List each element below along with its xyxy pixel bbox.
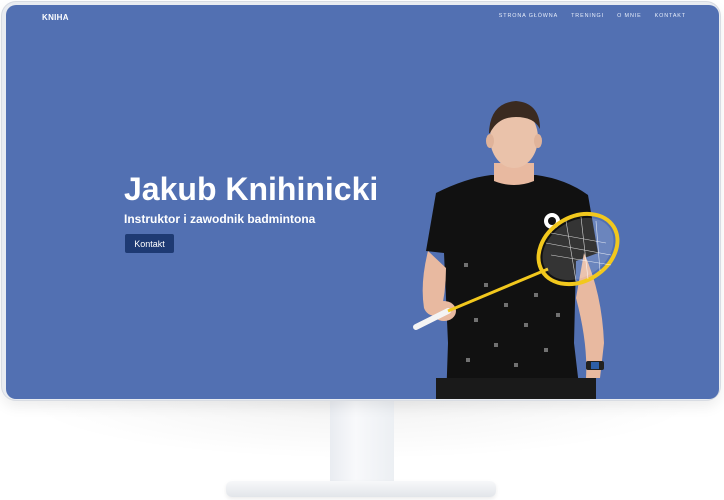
- monitor-stand-base: [226, 481, 496, 497]
- hero-title: Jakub Knihinicki: [124, 171, 379, 207]
- nav-brand-logo[interactable]: KNIHA: [42, 13, 69, 22]
- monitor-frame: KNIHA STRONA GŁÓWNA TRENINGI O MNIE KONT…: [2, 2, 720, 400]
- player-photo: [413, 101, 620, 399]
- contact-button[interactable]: Kontakt: [125, 234, 174, 253]
- hero-subtitle: Instruktor i zawodnik badmintona: [124, 212, 316, 226]
- nav-item-trainings[interactable]: TRENINGI: [571, 13, 604, 19]
- main-nav: STRONA GŁÓWNA TRENINGI O MNIE KONTAKT: [499, 13, 686, 19]
- nav-item-about[interactable]: O MNIE: [617, 13, 642, 19]
- monitor-stand-neck: [330, 400, 394, 484]
- nav-item-contact[interactable]: KONTAKT: [655, 13, 686, 19]
- hero-section: KNIHA STRONA GŁÓWNA TRENINGI O MNIE KONT…: [6, 5, 719, 399]
- nav-item-home[interactable]: STRONA GŁÓWNA: [499, 13, 558, 19]
